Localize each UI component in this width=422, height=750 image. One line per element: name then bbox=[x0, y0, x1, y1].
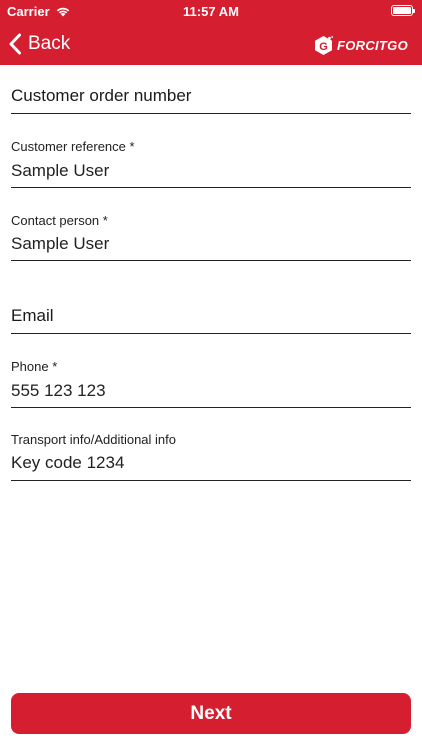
phone-label: Phone * bbox=[11, 359, 58, 374]
transport-info-value: Key code 1234 bbox=[11, 453, 125, 472]
app-header: Carrier 11:57 AM Back G FORCITGO bbox=[0, 0, 422, 65]
order-details-screen: Carrier 11:57 AM Back G FORCITGO Custome… bbox=[0, 0, 422, 750]
contact-person-label: Contact person * bbox=[11, 213, 108, 228]
email-placeholder: Email bbox=[11, 306, 54, 325]
back-label: Back bbox=[28, 33, 71, 54]
transport-info-label: Transport info/Additional info bbox=[11, 432, 177, 447]
next-button[interactable]: Next bbox=[11, 693, 411, 734]
svg-text:G: G bbox=[319, 40, 328, 52]
battery-icon bbox=[391, 5, 415, 16]
phone-value: 555 123 123 bbox=[11, 381, 106, 400]
phone-field[interactable]: Phone * 555 123 123 bbox=[11, 355, 411, 408]
status-bar: Carrier 11:57 AM bbox=[0, 0, 422, 22]
customer-reference-label: Customer reference * bbox=[11, 139, 135, 154]
customer-order-number-field[interactable]: Customer order number bbox=[11, 65, 411, 114]
forcitgo-logo-icon: G bbox=[314, 35, 334, 55]
battery-level bbox=[393, 7, 411, 14]
forcitgo-logo: G FORCITGO bbox=[313, 34, 408, 56]
logo-text: FORCITGO bbox=[336, 37, 408, 53]
navigation-bar: Back G FORCITGO bbox=[0, 22, 422, 65]
customer-reference-value: Sample User bbox=[11, 161, 110, 180]
back-button[interactable]: Back bbox=[8, 30, 70, 58]
customer-order-number-placeholder: Customer order number bbox=[11, 86, 192, 105]
contact-person-value: Sample User bbox=[11, 234, 110, 253]
email-field[interactable]: Email bbox=[11, 281, 411, 334]
contact-person-field[interactable]: Contact person * Sample User bbox=[11, 209, 411, 261]
chevron-left-icon bbox=[9, 33, 21, 55]
status-time: 11:57 AM bbox=[183, 4, 239, 19]
customer-reference-field[interactable]: Customer reference * Sample User bbox=[11, 135, 411, 188]
transport-info-field[interactable]: Transport info/Additional info Key code … bbox=[11, 428, 411, 481]
